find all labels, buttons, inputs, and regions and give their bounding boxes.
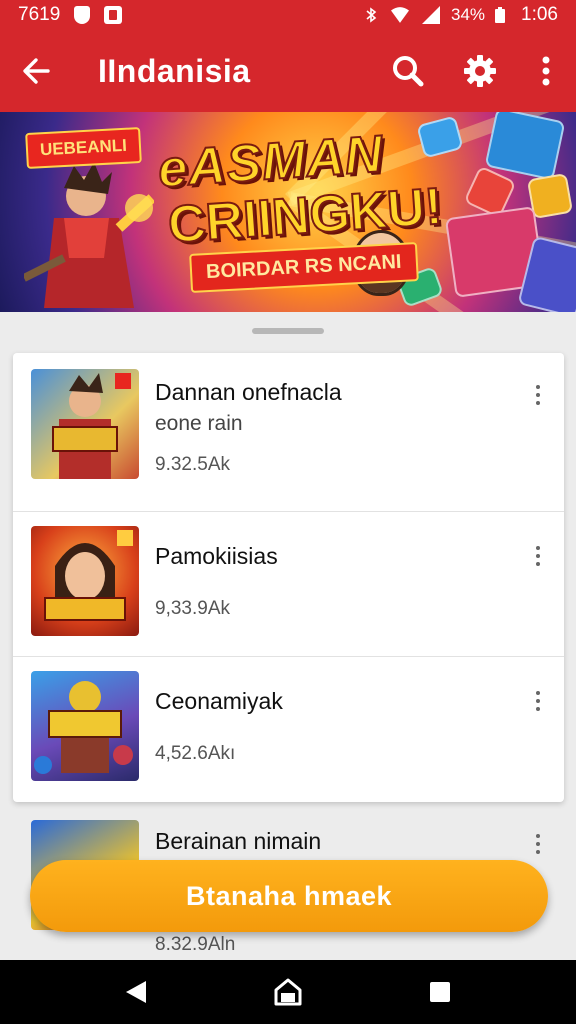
clock: 1:06 [521,4,558,25]
game-name: Pamokiisias [155,543,278,569]
search-button[interactable] [372,30,444,112]
banner-hero-illustration [22,158,156,312]
back-button[interactable] [0,30,72,112]
drag-handle[interactable] [252,328,324,334]
game-subtitle: eone rain [155,412,243,435]
settings-button[interactable] [444,30,516,112]
home-icon [274,978,302,1006]
game-name: Berainan nimain [155,828,322,854]
nav-home-button[interactable] [258,960,318,1024]
battery-text: 34% [450,5,486,24]
game-size: 9,33.9Ak [155,598,230,619]
item-more-button[interactable] [526,536,550,576]
item-more-button[interactable] [526,681,550,721]
triangle-back-icon [126,981,146,1003]
list-item[interactable]: Pamokiisias 9,33.9Ak [13,511,564,656]
notification-icon [104,6,123,24]
arrow-left-icon [23,58,50,84]
signal-icon [421,6,440,24]
shield-icon [74,6,91,24]
game-size: 8.32.9Aln [155,934,236,955]
games-card: Dannan onefnacla eone rain 9.32.5Ak Pamo… [13,353,564,802]
page-title: IIndanisia [98,52,251,89]
square-recents-icon [430,982,450,1002]
more-vert-icon [542,56,550,86]
list-item[interactable]: Dannan onefnacla eone rain 9.32.5Ak [13,353,564,498]
wifi-icon [390,7,409,23]
game-name: Ceonamiyak [155,688,283,714]
item-more-button[interactable] [526,375,550,415]
status-left-text: 7619 [18,4,61,25]
status-bar: 7619 34% 1:06 [0,0,576,30]
game-thumbnail [31,369,139,479]
settings-icon [464,55,496,87]
more-options-button[interactable] [516,30,576,112]
battery-icon [495,7,506,23]
bluetooth-icon [366,7,377,23]
game-thumbnail [31,526,139,636]
game-thumbnail [31,671,139,781]
primary-action-button[interactable]: Btanaha hmaek [30,860,548,932]
game-size: 9.32.5Ak [155,454,230,475]
nav-recents-button[interactable] [410,960,470,1024]
search-icon [393,56,424,87]
banner-tag: UEBEANLI [25,127,142,169]
nav-back-button[interactable] [106,960,166,1024]
app-bar: IIndanisia [0,30,576,112]
list-item[interactable]: Ceonamiyak 4,52.6Akı [13,656,564,801]
item-more-button[interactable] [526,824,550,864]
game-name: Dannan onefnacla [155,379,342,405]
system-nav-bar [0,960,576,1024]
game-size: 4,52.6Akı [155,743,236,764]
promo-banner[interactable]: UEBEANLI eASMAN CRIINGKU! BOIRDAR RS NCA… [0,112,576,312]
